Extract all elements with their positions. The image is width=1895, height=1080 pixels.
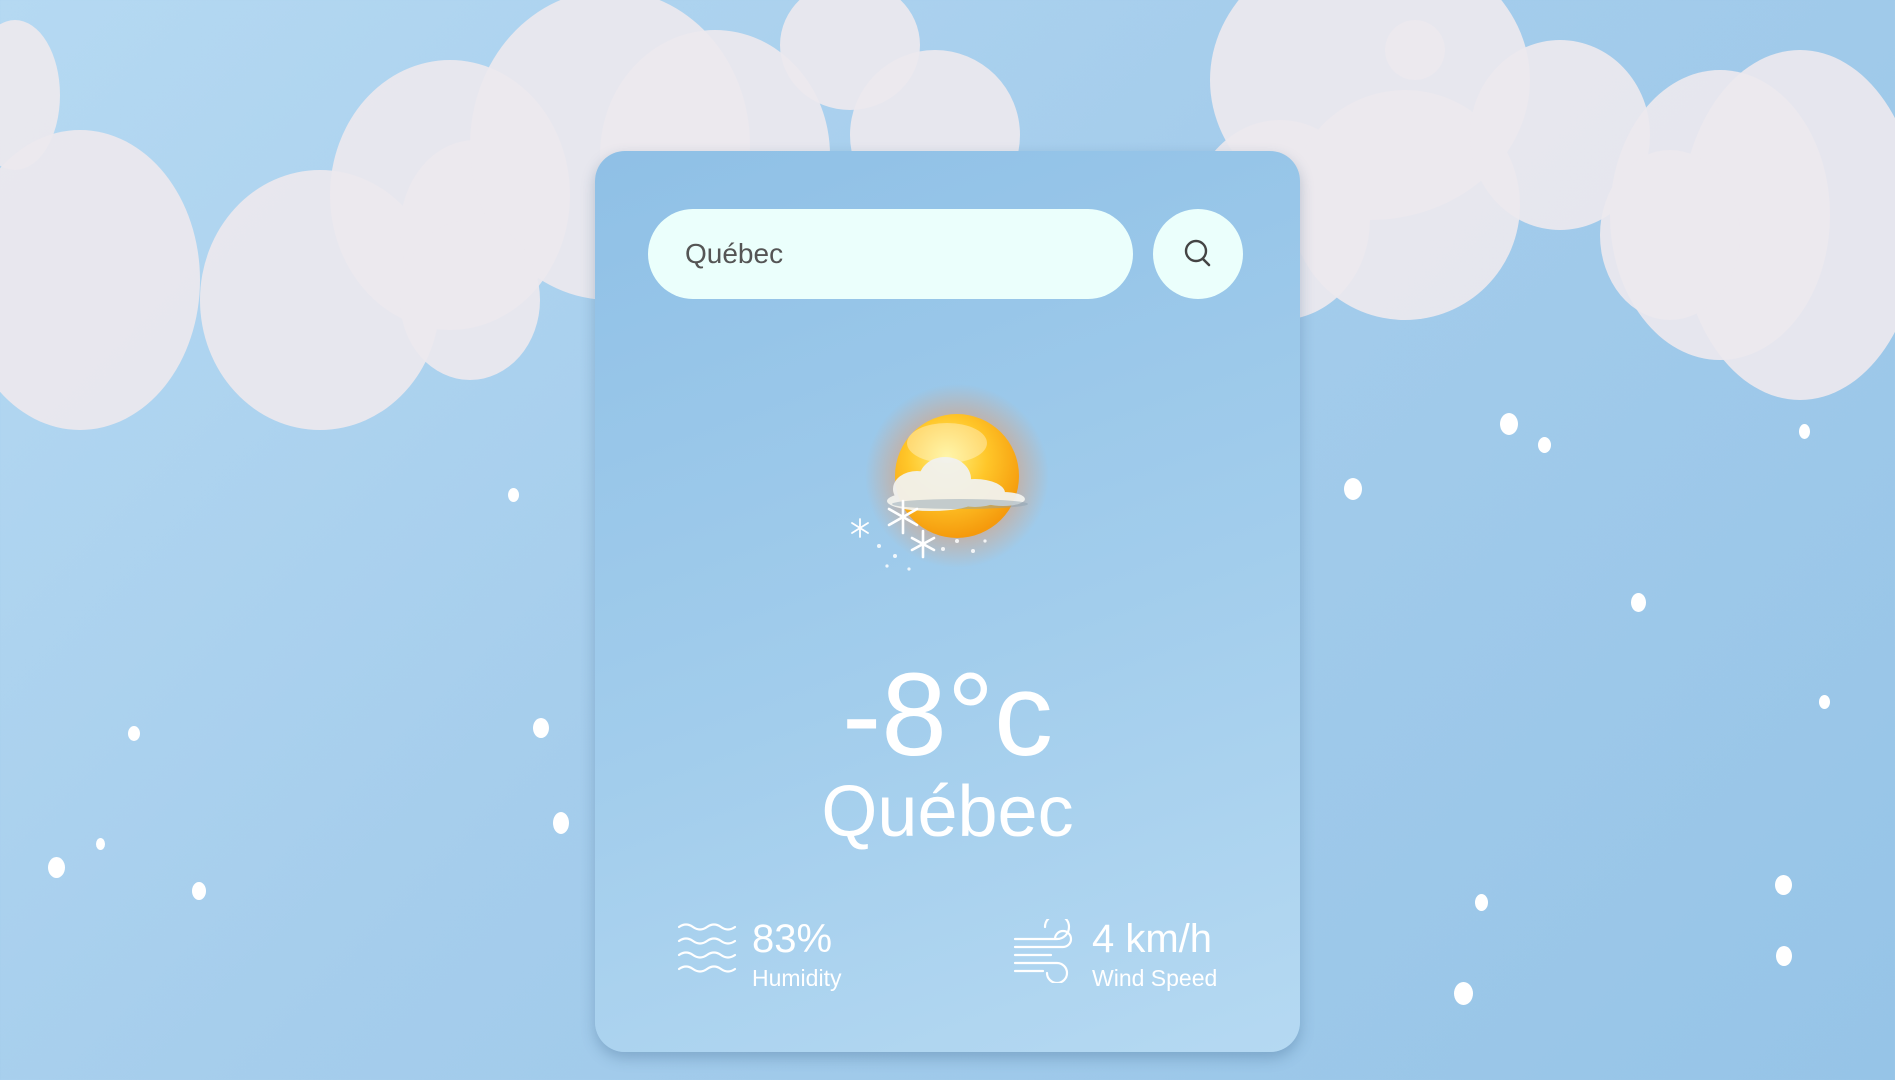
- wind-detail: 4 km/h Wind Speed: [1013, 919, 1273, 999]
- search-button[interactable]: [1153, 209, 1243, 299]
- wind-value: 4 km/h: [1092, 917, 1213, 961]
- weather-card: -8°c Québec 83% Humidity 4 km/h Wind Spe…: [595, 151, 1300, 1052]
- temperature: -8°c: [841, 649, 1054, 781]
- humidity-waves-icon: [677, 923, 737, 973]
- wind-label: Wind Speed: [1092, 965, 1218, 991]
- humidity-label: Humidity: [752, 965, 842, 991]
- search-icon: [1184, 239, 1211, 267]
- search-input[interactable]: [648, 209, 1133, 299]
- search-bar: [648, 209, 1248, 299]
- sun-cloud-snow-icon: [851, 384, 1049, 571]
- wind-icon: [1013, 919, 1073, 983]
- humidity-value: 83%: [752, 917, 833, 961]
- city-name: Québec: [821, 772, 1074, 852]
- humidity-detail: 83% Humidity: [677, 919, 877, 999]
